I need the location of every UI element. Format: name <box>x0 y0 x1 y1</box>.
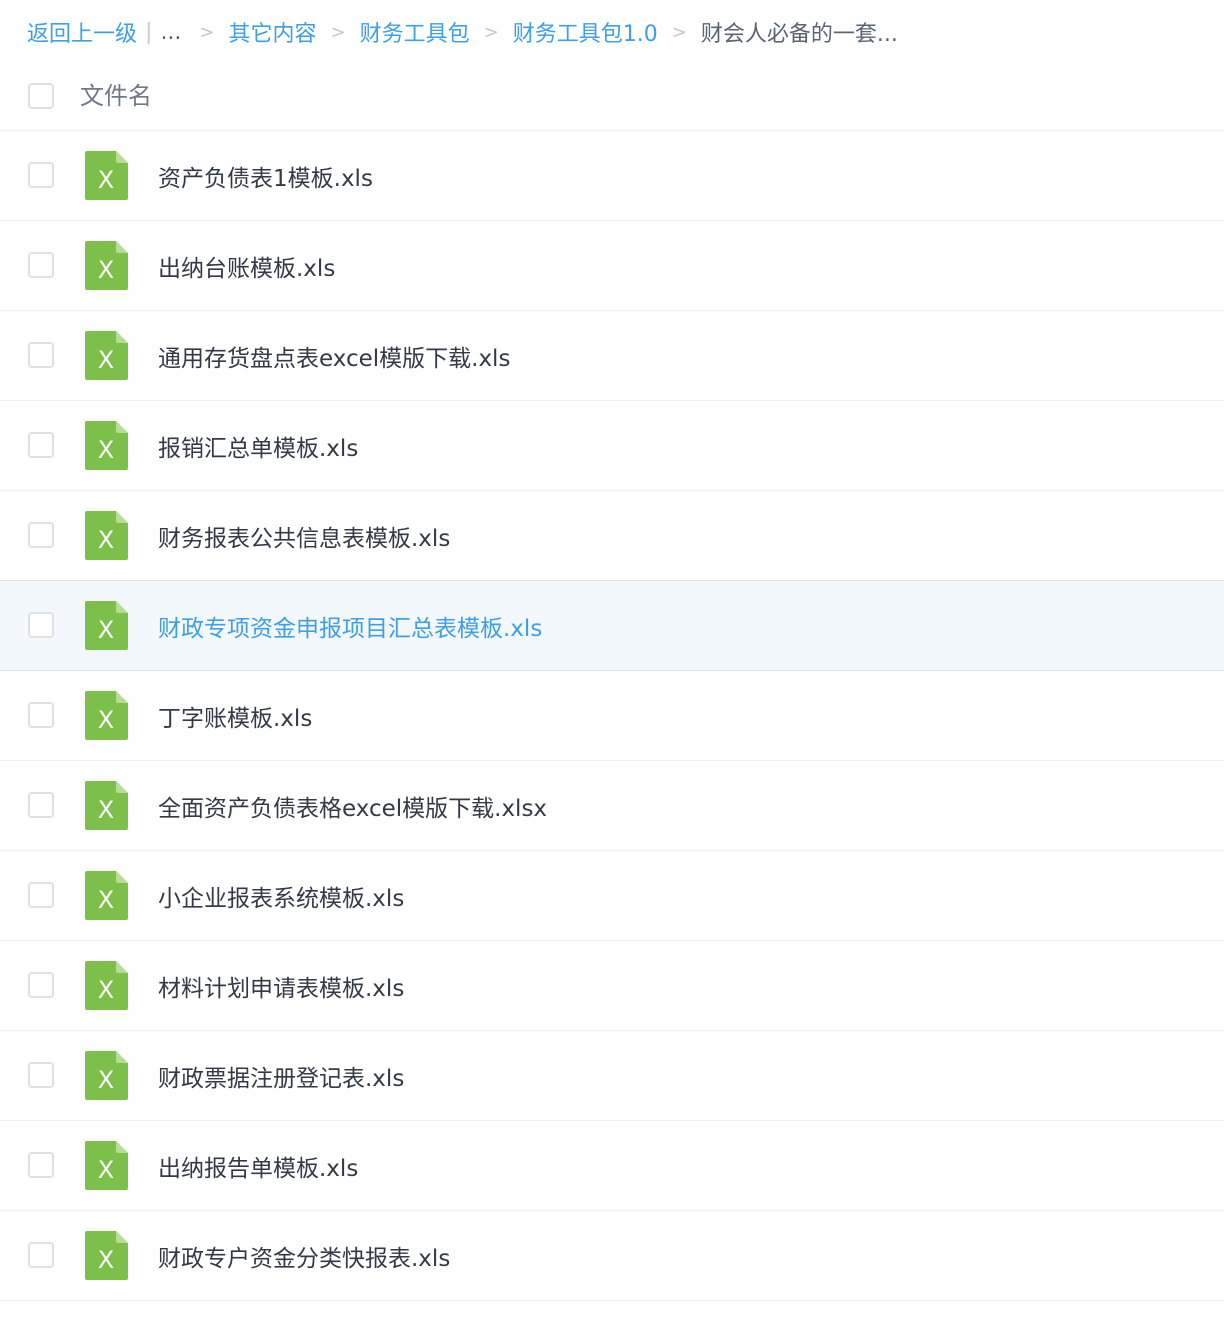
svg-text:X: X <box>98 256 114 284</box>
file-checkbox[interactable] <box>28 1152 54 1178</box>
file-checkbox[interactable] <box>28 252 54 278</box>
back-link[interactable]: 返回上一级 <box>27 16 137 48</box>
excel-icon: X <box>85 691 128 740</box>
file-row[interactable]: X 财务报表公共信息表模板.xls <box>0 491 1224 581</box>
file-checkbox[interactable] <box>28 792 54 818</box>
file-row[interactable]: X 出纳报告单模板.xls <box>0 1121 1224 1211</box>
file-name[interactable]: 出纳台账模板.xls <box>158 249 335 283</box>
svg-text:X: X <box>98 796 114 824</box>
file-checkbox[interactable] <box>28 1062 54 1088</box>
file-row[interactable]: X 丁字账模板.xls <box>0 671 1224 761</box>
svg-text:X: X <box>98 1066 114 1094</box>
svg-text:X: X <box>98 346 114 374</box>
file-checkbox[interactable] <box>28 612 54 638</box>
svg-text:X: X <box>98 436 114 464</box>
breadcrumb-item-finance-toolkit[interactable]: 财务工具包 <box>360 16 470 48</box>
file-checkbox[interactable] <box>28 972 54 998</box>
excel-icon: X <box>85 871 128 920</box>
svg-text:X: X <box>98 886 114 914</box>
svg-text:X: X <box>98 1156 114 1184</box>
breadcrumb-current: 财会人必备的一套... <box>700 22 898 47</box>
excel-icon: X <box>85 1051 128 1100</box>
file-row[interactable]: X 财政票据注册登记表.xls <box>0 1031 1224 1121</box>
file-checkbox[interactable] <box>28 1242 54 1268</box>
file-row[interactable]: X 财政专项资金申报项目汇总表模板.xls <box>0 580 1224 671</box>
file-name[interactable]: 通用存货盘点表excel模版下载.xls <box>158 339 510 373</box>
file-browser: 返回上一级 | ... > 其它内容 > 财务工具包 > 财务工具包1.0 > … <box>0 0 1224 1320</box>
file-name[interactable]: 小企业报表系统模板.xls <box>158 879 404 913</box>
breadcrumb-separator: > <box>483 21 499 43</box>
file-row[interactable]: X 资产负债表1模板.xls <box>0 131 1224 221</box>
breadcrumb-separator: > <box>199 21 215 43</box>
file-row[interactable]: X 财政专户资金分类快报表.xls <box>0 1211 1224 1301</box>
excel-icon: X <box>85 781 128 830</box>
breadcrumb-divider: | <box>145 19 153 45</box>
svg-text:X: X <box>98 166 114 194</box>
excel-icon: X <box>85 961 128 1010</box>
excel-icon: X <box>85 421 128 470</box>
breadcrumb: 返回上一级 | ... > 其它内容 > 财务工具包 > 财务工具包1.0 > … <box>27 12 898 52</box>
svg-text:X: X <box>98 526 114 554</box>
file-name[interactable]: 财政票据注册登记表.xls <box>158 1059 404 1093</box>
excel-icon: X <box>85 331 128 380</box>
svg-text:X: X <box>98 616 114 644</box>
file-checkbox[interactable] <box>28 342 54 368</box>
file-name[interactable]: 材料计划申请表模板.xls <box>158 969 404 1003</box>
breadcrumb-separator: > <box>671 21 687 43</box>
excel-icon: X <box>85 241 128 290</box>
file-checkbox[interactable] <box>28 162 54 188</box>
file-row[interactable]: X 报销汇总单模板.xls <box>0 401 1224 491</box>
file-list: X 资产负债表1模板.xls X 出纳台账模板.xls X 通用存货盘点表excel模版下… <box>0 131 1224 1301</box>
file-row[interactable]: X 全面资产负债表格excel模版下载.xlsx <box>0 761 1224 851</box>
breadcrumb-item-finance-toolkit-1-0[interactable]: 财务工具包1.0 <box>513 16 658 48</box>
excel-icon: X <box>85 1141 128 1190</box>
file-row[interactable]: X 出纳台账模板.xls <box>0 221 1224 311</box>
file-name[interactable]: 丁字账模板.xls <box>158 699 312 733</box>
file-checkbox[interactable] <box>28 432 54 458</box>
breadcrumb-ellipsis[interactable]: ... <box>160 20 181 45</box>
file-row[interactable]: X 材料计划申请表模板.xls <box>0 941 1224 1031</box>
file-name[interactable]: 出纳报告单模板.xls <box>158 1149 358 1183</box>
file-row[interactable]: X 通用存货盘点表excel模版下载.xls <box>0 311 1224 401</box>
file-row[interactable]: X 小企业报表系统模板.xls <box>0 851 1224 941</box>
file-checkbox[interactable] <box>28 882 54 908</box>
file-name[interactable]: 财务报表公共信息表模板.xls <box>158 519 450 553</box>
filename-column-header[interactable]: 文件名 <box>80 76 152 111</box>
file-name[interactable]: 报销汇总单模板.xls <box>158 429 358 463</box>
file-name[interactable]: 财政专项资金申报项目汇总表模板.xls <box>158 609 542 643</box>
excel-icon: X <box>85 601 128 650</box>
breadcrumb-separator: > <box>330 21 346 43</box>
svg-text:X: X <box>98 706 114 734</box>
file-name[interactable]: 资产负债表1模板.xls <box>158 159 373 193</box>
file-name[interactable]: 财政专户资金分类快报表.xls <box>158 1239 450 1273</box>
file-name[interactable]: 全面资产负债表格excel模版下载.xlsx <box>158 789 547 823</box>
svg-text:X: X <box>98 1246 114 1274</box>
file-checkbox[interactable] <box>28 522 54 548</box>
excel-icon: X <box>85 1231 128 1280</box>
excel-icon: X <box>85 511 128 560</box>
excel-icon: X <box>85 151 128 200</box>
breadcrumb-item-other-content[interactable]: 其它内容 <box>229 16 317 48</box>
file-checkbox[interactable] <box>28 702 54 728</box>
list-header: 文件名 <box>0 60 1224 131</box>
select-all-checkbox[interactable] <box>28 83 54 109</box>
svg-text:X: X <box>98 976 114 1004</box>
